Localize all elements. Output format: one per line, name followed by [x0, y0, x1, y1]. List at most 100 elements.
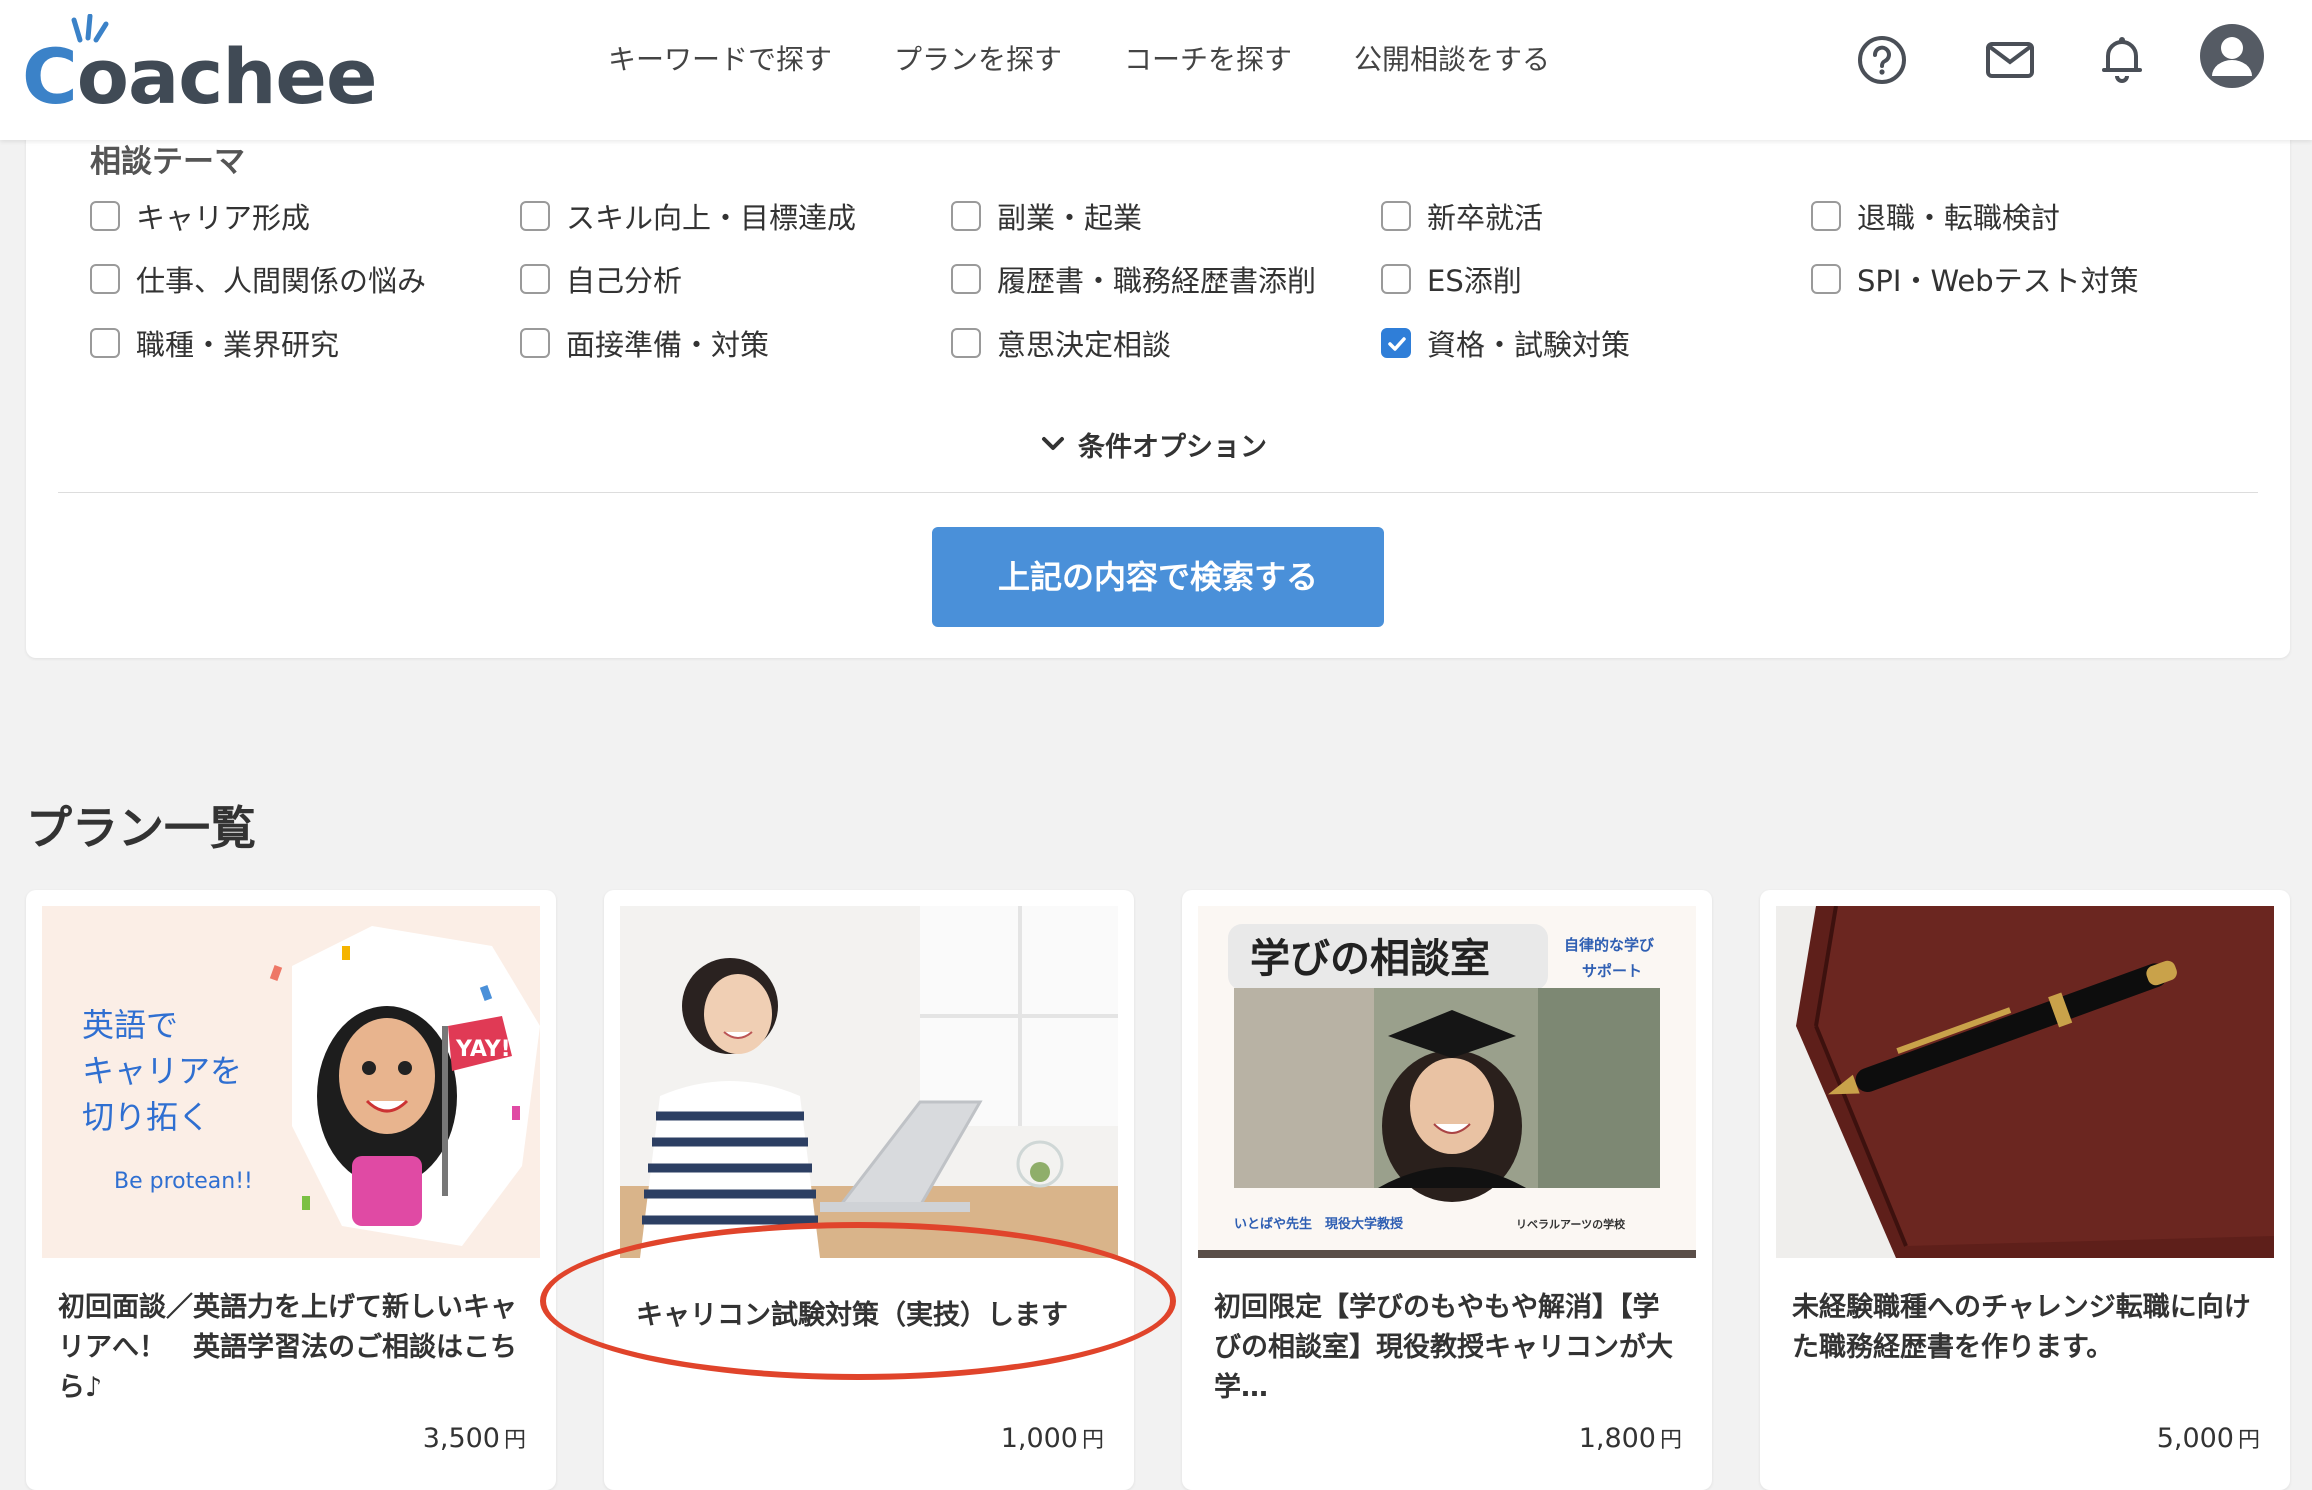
plan-title[interactable]: 未経験職種へのチャレンジ転職に向けた職務経歴書を作ります。	[1792, 1288, 2262, 1368]
price-currency: 円	[1081, 1428, 1104, 1453]
theme-checkbox-item[interactable]: 履歴書・職務経歴書添削	[951, 259, 1316, 299]
plan-price: 5,000 円	[2157, 1422, 2260, 1454]
condition-options-toggle[interactable]: 条件オプション	[1040, 424, 1267, 464]
coachee-logo[interactable]: Coachee	[22, 14, 378, 121]
plan-thumbnail	[1776, 906, 2274, 1258]
theme-checkbox-label: ES添削	[1427, 264, 1522, 298]
theme-checkbox-label: 履歴書・職務経歴書添削	[997, 264, 1317, 298]
price-currency: 円	[503, 1428, 526, 1453]
plan-price: 1,000 円	[1001, 1422, 1104, 1454]
theme-checkbox-label: 面接準備・対策	[566, 328, 770, 362]
theme-checkbox-item[interactable]: 職種・業界研究	[90, 323, 339, 363]
theme-checkbox-item[interactable]: 退職・転職検討	[1811, 196, 2060, 236]
theme-checkbox-item[interactable]: ES添削	[1381, 259, 1522, 299]
theme-checkbox-label: スキル向上・目標達成	[566, 201, 857, 235]
account-icon[interactable]	[2200, 24, 2264, 88]
plan-thumbnail: YAY! 英語で キャリアを 切り拓く Be protean!!	[42, 906, 540, 1258]
price-value: 1,800	[1578, 1423, 1656, 1454]
banner-title: 学びの相談室	[1250, 936, 1490, 982]
checkbox-unchecked[interactable]	[90, 264, 120, 294]
theme-checkbox-label: 副業・起業	[997, 201, 1143, 235]
checkbox-unchecked[interactable]	[951, 328, 981, 358]
search-submit-button[interactable]: 上記の内容で検索する	[932, 527, 1384, 627]
theme-checkbox-item[interactable]: 仕事、人間関係の悩み	[90, 259, 426, 299]
plan-card[interactable]: 未経験職種へのチャレンジ転職に向けた職務経歴書を作ります。 5,000 円	[1760, 890, 2290, 1490]
plan-card[interactable]: YAY! 英語で キャリアを 切り拓く Be protean!! 初回面談／英語…	[26, 890, 556, 1490]
theme-checkbox-item[interactable]: 自己分析	[520, 259, 682, 299]
checkbox-unchecked[interactable]	[951, 264, 981, 294]
nav-keyword-search[interactable]: キーワードで探す	[608, 40, 832, 80]
theme-checkbox-item[interactable]: 新卒就活	[1381, 196, 1543, 236]
image-line-1: 英語で	[82, 1006, 178, 1044]
bell-icon[interactable]	[2094, 28, 2150, 84]
theme-checkbox-label: 資格・試験対策	[1427, 328, 1631, 362]
theme-checkbox-label: 職種・業界研究	[136, 328, 340, 362]
checkbox-unchecked[interactable]	[520, 264, 550, 294]
theme-checkbox-item[interactable]: スキル向上・目標達成	[520, 196, 856, 236]
checkbox-unchecked[interactable]	[1381, 264, 1411, 294]
theme-checkbox-item[interactable]: キャリア形成	[90, 196, 310, 236]
checkbox-unchecked[interactable]	[1811, 201, 1841, 231]
logo-text: Coachee	[22, 32, 378, 121]
consult-theme-label: 相談テーマ	[90, 144, 245, 180]
image-line-2: キャリアを	[82, 1052, 242, 1090]
theme-checkbox-label: キャリア形成	[136, 201, 311, 235]
nav-public-consult[interactable]: 公開相談をする	[1354, 40, 1550, 80]
theme-checkbox-item[interactable]: 面接準備・対策	[520, 323, 769, 363]
theme-checkbox-item[interactable]: 意思決定相談	[951, 323, 1171, 363]
main-nav: キーワードで探す プランを探す コーチを探す 公開相談をする	[608, 40, 1612, 80]
theme-checkbox-item[interactable]: SPI・Webテスト対策	[1811, 259, 2139, 299]
woman-laptop-photo	[620, 906, 1118, 1258]
theme-checkbox-item[interactable]: 副業・起業	[951, 196, 1142, 236]
plan-title[interactable]: 初回限定【学びのもやもや解消】【学びの相談室】現役教授キャリコンが大学…	[1214, 1288, 1684, 1408]
yay-flag-text: YAY!	[455, 1037, 511, 1062]
price-currency: 円	[2237, 1428, 2260, 1453]
checkbox-unchecked[interactable]	[1381, 201, 1411, 231]
english-career-illustration: YAY! 英語で キャリアを 切り拓く Be protean!!	[82, 926, 540, 1246]
theme-checkbox-label: SPI・Webテスト対策	[1857, 264, 2139, 298]
plan-price: 3,500 円	[423, 1422, 526, 1454]
image-line-4: Be protean!!	[114, 1169, 253, 1194]
plan-thumbnail	[620, 906, 1118, 1258]
plan-thumbnail: 学びの相談室 自律的な学び サポート いとばや先生 現役大学教授 リベラルアーツ…	[1198, 906, 1696, 1258]
checkbox-unchecked[interactable]	[520, 328, 550, 358]
notebook-pen-photo	[1776, 906, 2274, 1258]
banner-subtitle-1: 自律的な学び	[1564, 936, 1654, 954]
plan-card[interactable]: キャリコン試験対策（実技）します 1,000 円	[604, 890, 1134, 1490]
price-value: 1,000	[1000, 1423, 1078, 1454]
site-header: Coachee キーワードで探す プランを探す コーチを探す 公開相談をする	[0, 0, 2312, 140]
help-icon[interactable]	[1854, 28, 1910, 84]
nav-plan-search[interactable]: プランを探す	[894, 40, 1062, 80]
plan-card[interactable]: 学びの相談室 自律的な学び サポート いとばや先生 現役大学教授 リベラルアーツ…	[1182, 890, 1712, 1490]
mail-icon[interactable]	[1982, 28, 2038, 84]
plan-title[interactable]: キャリコン試験対策（実技）します	[636, 1296, 1106, 1336]
theme-checkbox-item[interactable]: 資格・試験対策	[1381, 323, 1630, 363]
checkmark-icon	[1388, 337, 1406, 351]
checkbox-checked[interactable]	[1381, 328, 1411, 358]
price-value: 3,500	[422, 1423, 500, 1454]
divider	[58, 492, 2258, 493]
theme-checkbox-label: 新卒就活	[1427, 201, 1544, 235]
banner-footer-2: リベラルアーツの学校	[1516, 1217, 1626, 1231]
theme-checkbox-label: 意思決定相談	[997, 328, 1172, 362]
price-currency: 円	[1659, 1428, 1682, 1453]
image-line-3: 切り拓く	[82, 1098, 210, 1136]
plan-title[interactable]: 初回面談／英語力を上げて新しいキャリアへ！ 英語学習法のご相談はこちら♪	[58, 1288, 528, 1408]
price-value: 5,000	[2156, 1423, 2234, 1454]
theme-checkbox-label: 仕事、人間関係の悩み	[136, 264, 427, 298]
banner-footer-1: いとばや先生 現役大学教授	[1234, 1216, 1404, 1232]
checkbox-unchecked[interactable]	[520, 201, 550, 231]
condition-options-label: 条件オプション	[1078, 431, 1267, 463]
plans-section-title: プラン一覧	[26, 801, 256, 855]
checkbox-unchecked[interactable]	[951, 201, 981, 231]
checkbox-unchecked[interactable]	[90, 201, 120, 231]
theme-checkbox-label: 退職・転職検討	[1857, 201, 2061, 235]
checkbox-unchecked[interactable]	[90, 328, 120, 358]
banner-subtitle-2: サポート	[1582, 962, 1642, 980]
plan-price: 1,800 円	[1579, 1422, 1682, 1454]
nav-coach-search[interactable]: コーチを探す	[1124, 40, 1292, 80]
chevron-down-icon	[1042, 437, 1064, 450]
checkbox-unchecked[interactable]	[1811, 264, 1841, 294]
theme-checkbox-label: 自己分析	[566, 264, 683, 298]
learning-room-banner: 学びの相談室 自律的な学び サポート いとばや先生 現役大学教授 リベラルアーツ…	[1198, 906, 1696, 1258]
